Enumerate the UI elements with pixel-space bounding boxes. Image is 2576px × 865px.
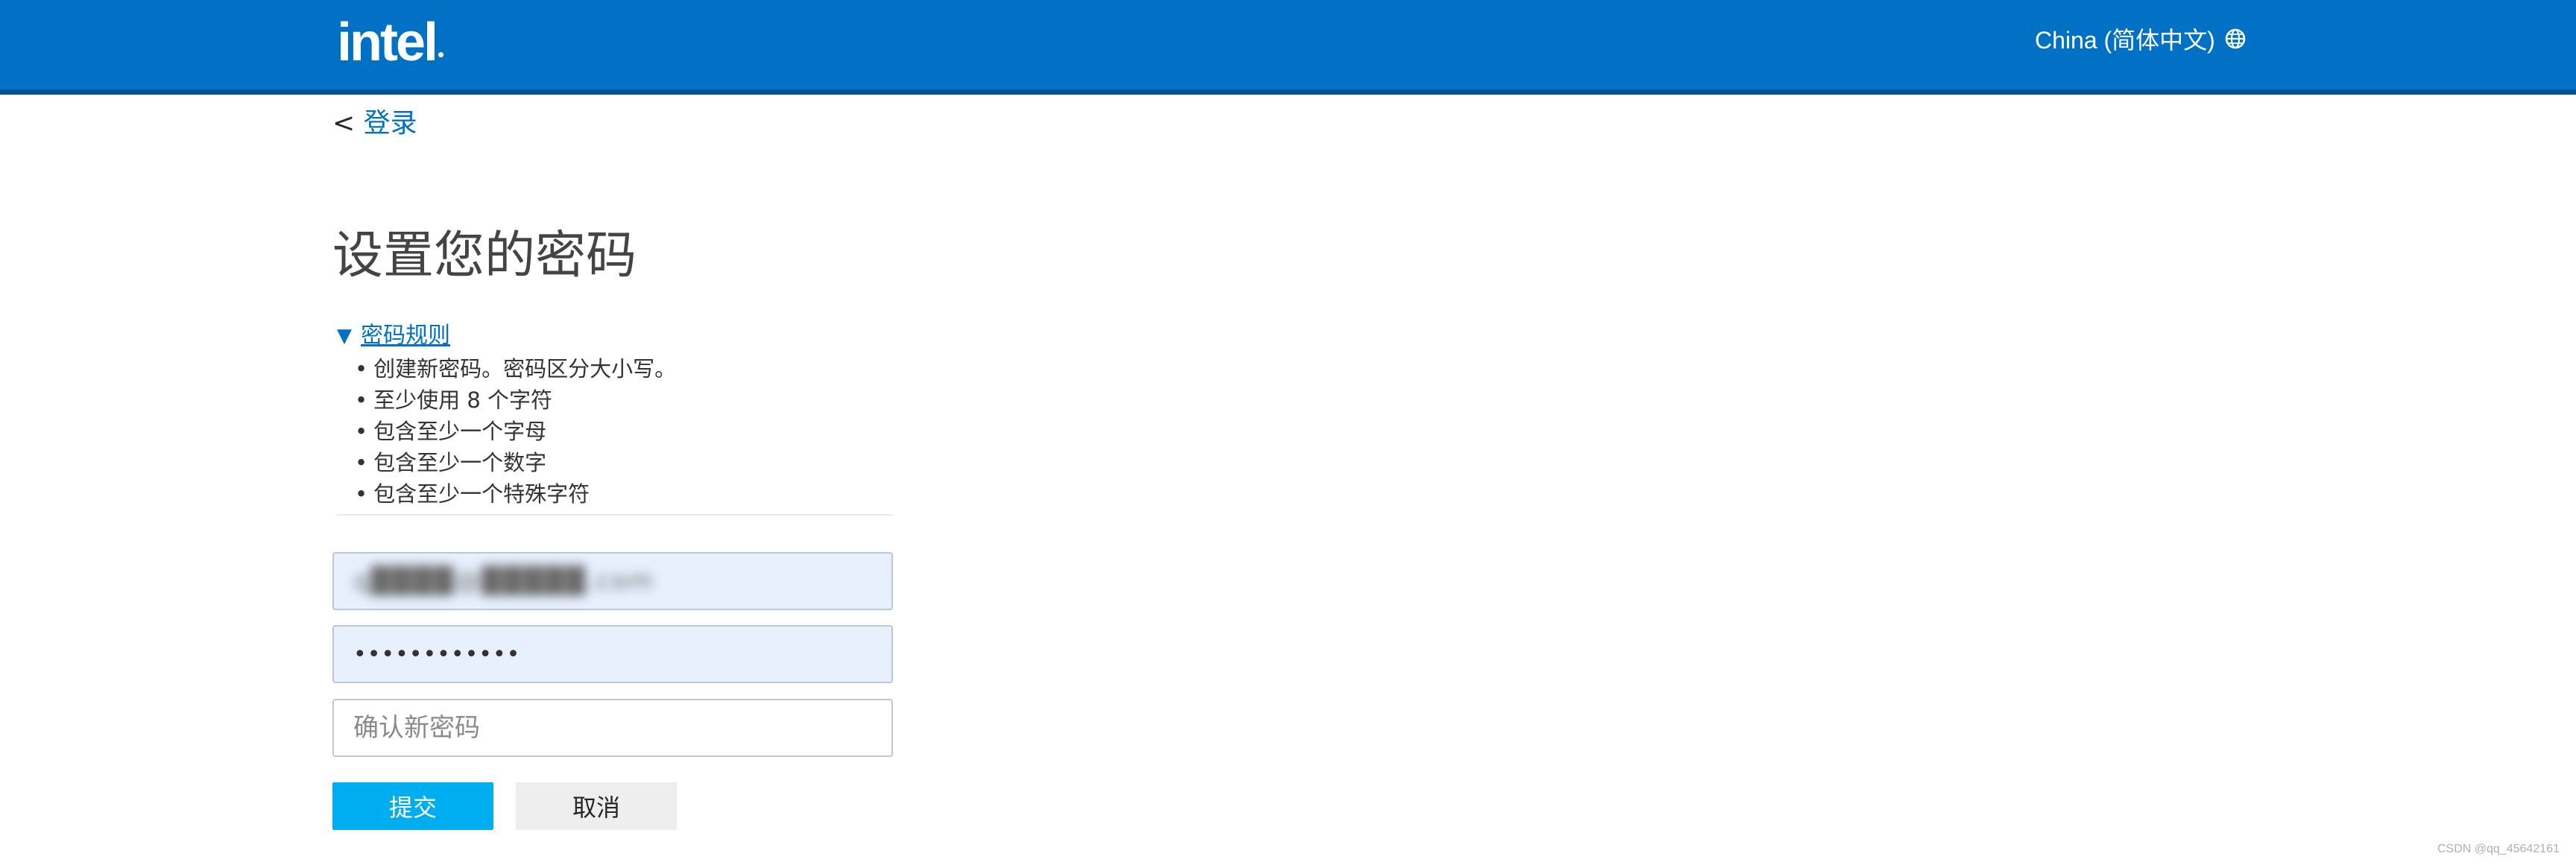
- new-password-field[interactable]: [332, 625, 893, 683]
- rule-item: 至少使用 8 个字符: [355, 384, 892, 416]
- email-field-wrapper: q████@█████.com: [332, 552, 893, 612]
- logo-dot: [438, 52, 444, 57]
- back-chevron-icon: <: [332, 108, 356, 139]
- watermark: CSDN @qq_45642161: [2437, 843, 2560, 855]
- password-rules-toggle[interactable]: ▼ 密码规则: [337, 319, 892, 353]
- breadcrumb: < 登录: [332, 103, 417, 145]
- email-field[interactable]: q████@█████.com: [332, 552, 893, 610]
- globe-icon: [2225, 28, 2246, 49]
- rule-item: 包含至少一个数字: [355, 447, 892, 478]
- rule-item: 创建新密码。密码区分大小写。: [355, 353, 892, 384]
- page-title: 设置您的密码: [332, 226, 637, 285]
- password-rules-link[interactable]: 密码规则: [361, 319, 450, 353]
- top-header: intel China (简体中文): [0, 0, 2576, 89]
- header-divider: [0, 89, 2576, 95]
- cancel-button[interactable]: 取消: [516, 782, 677, 830]
- locale-label: China (简体中文): [2035, 27, 2215, 54]
- logo-text: intel: [337, 13, 438, 72]
- locale-selector[interactable]: China (简体中文): [2035, 18, 2247, 60]
- email-value: q████@█████.com: [353, 566, 655, 596]
- intel-logo[interactable]: intel: [337, 9, 444, 76]
- rule-item: 包含至少一个特殊字符: [355, 478, 892, 510]
- triangle-down-icon: ▼: [337, 325, 352, 347]
- rule-item: 包含至少一个字母: [355, 416, 892, 447]
- password-rules-list: 创建新密码。密码区分大小写。 至少使用 8 个字符 包含至少一个字母 包含至少一…: [337, 353, 892, 510]
- back-to-login-link[interactable]: 登录: [364, 108, 417, 139]
- password-rules-panel: ▼ 密码规则 创建新密码。密码区分大小写。 至少使用 8 个字符 包含至少一个字…: [337, 319, 892, 516]
- confirm-password-field[interactable]: [332, 699, 893, 757]
- submit-button[interactable]: 提交: [332, 782, 493, 830]
